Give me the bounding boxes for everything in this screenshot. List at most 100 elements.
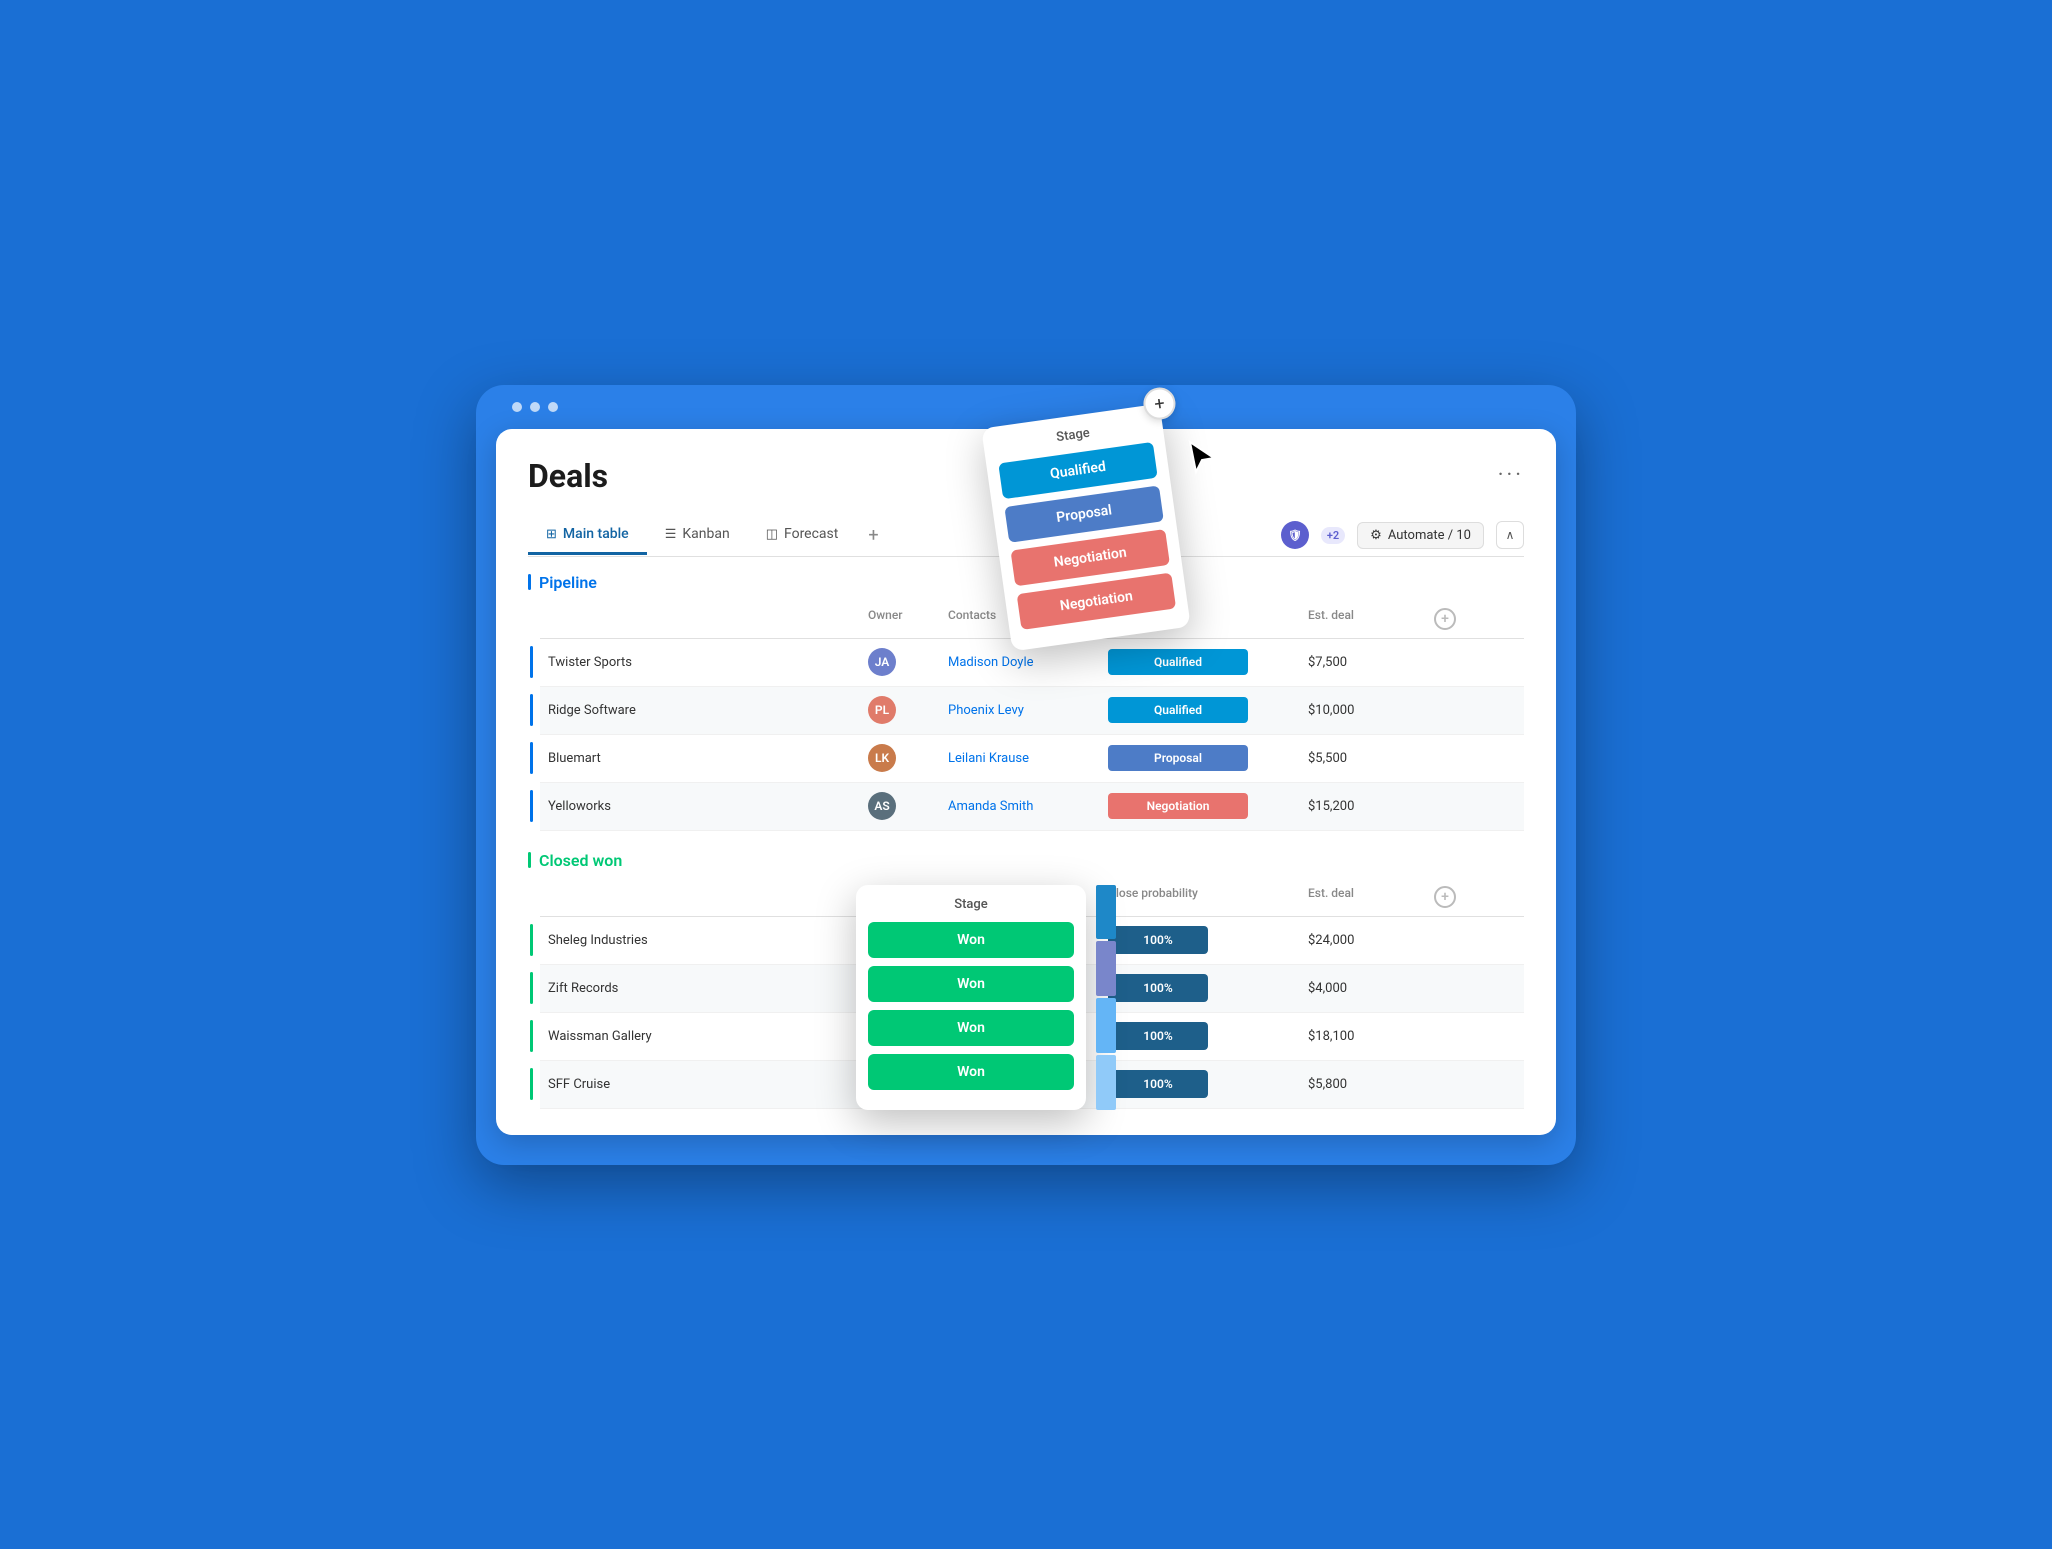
page-title: Deals bbox=[528, 457, 608, 495]
add-tab-button[interactable]: + bbox=[856, 515, 890, 556]
won-popup-title: Stage bbox=[868, 897, 1074, 912]
swatch-pale-blue bbox=[1096, 1055, 1116, 1110]
add-column-button[interactable]: + bbox=[1434, 608, 1456, 630]
company-name: Yelloworks bbox=[548, 799, 611, 814]
cell-contact-ridge[interactable]: Phoenix Levy bbox=[940, 695, 1100, 726]
cell-stage-bluemart[interactable]: Proposal bbox=[1100, 737, 1300, 779]
cell-est-deal-yelloworks: $15,200 bbox=[1300, 791, 1420, 822]
collapse-button[interactable]: ∧ bbox=[1496, 521, 1524, 549]
cell-owner-yelloworks: AS bbox=[860, 784, 940, 828]
cell-close-prob-zift: 100% bbox=[1100, 966, 1300, 1010]
more-options-button[interactable]: ··· bbox=[1498, 463, 1524, 488]
cell-est-deal-zift: $4,000 bbox=[1300, 973, 1420, 1004]
col-header-name bbox=[540, 604, 860, 634]
cell-stage-twister[interactable]: Qualified bbox=[1100, 641, 1300, 683]
cell-name-waissman[interactable]: Waissman Gallery bbox=[540, 1021, 860, 1052]
cell-owner-twister: JA bbox=[860, 640, 940, 684]
stage-badge[interactable]: Negotiation bbox=[1108, 793, 1248, 819]
shield-icon: 🛡 bbox=[1288, 529, 1302, 542]
won-option-1[interactable]: Won bbox=[868, 922, 1074, 958]
cell-contact-bluemart[interactable]: Leilani Krause bbox=[940, 743, 1100, 774]
cell-add-sff bbox=[1420, 1076, 1470, 1092]
cell-add-ridge bbox=[1420, 702, 1470, 718]
cell-name-sheleg[interactable]: Sheleg Industries bbox=[540, 925, 860, 956]
company-name: SFF Cruise bbox=[548, 1077, 610, 1092]
swatch-light-blue bbox=[1096, 998, 1116, 1053]
table-row: Yelloworks AS Amanda Smith Negotiation $… bbox=[540, 783, 1524, 831]
closed-won-group-header: Closed won bbox=[528, 851, 1524, 870]
cell-add-zift bbox=[1420, 980, 1470, 996]
cell-est-deal-bluemart: $5,500 bbox=[1300, 743, 1420, 774]
stage-badge[interactable]: Qualified bbox=[1108, 649, 1248, 675]
cell-name-ridge[interactable]: Ridge Software bbox=[540, 695, 860, 726]
stage-badge[interactable]: Qualified bbox=[1108, 697, 1248, 723]
stage-dropdown-popup[interactable]: + Stage Qualified Proposal Negotiation N… bbox=[981, 403, 1191, 651]
cell-add-yelloworks bbox=[1420, 798, 1470, 814]
col-header-est-deal: Est. deal bbox=[1300, 604, 1420, 634]
col-header-est-deal-cw: Est. deal bbox=[1300, 882, 1420, 912]
col-header-add-cw[interactable]: + bbox=[1420, 882, 1470, 912]
cell-close-prob-waissman: 100% bbox=[1100, 1014, 1300, 1058]
col-header-close-prob: Close probability bbox=[1100, 882, 1300, 912]
pipeline-color-bar bbox=[528, 574, 531, 590]
won-option-3[interactable]: Won bbox=[868, 1010, 1074, 1046]
cell-name-yelloworks[interactable]: Yelloworks bbox=[540, 791, 860, 822]
cell-name-bluemart[interactable]: Bluemart bbox=[540, 743, 860, 774]
cell-add-twister bbox=[1420, 654, 1470, 670]
cell-stage-yelloworks[interactable]: Negotiation bbox=[1100, 785, 1300, 827]
company-name: Twister Sports bbox=[548, 655, 632, 670]
closed-won-color-bar bbox=[528, 852, 531, 868]
avatar: AS bbox=[868, 792, 896, 820]
close-probability-bar: 100% bbox=[1108, 1022, 1208, 1050]
tab-kanban[interactable]: ☰ Kanban bbox=[647, 516, 748, 555]
browser-dot-3 bbox=[548, 402, 558, 412]
cell-est-deal-sheleg: $24,000 bbox=[1300, 925, 1420, 956]
closed-won-group-title: Closed won bbox=[539, 851, 622, 870]
won-option-4[interactable]: Won bbox=[868, 1054, 1074, 1090]
contact-name[interactable]: Amanda Smith bbox=[948, 799, 1033, 814]
row-color-bar bbox=[530, 924, 533, 956]
contact-name[interactable]: Leilani Krause bbox=[948, 751, 1029, 766]
color-swatch-bar bbox=[1096, 885, 1116, 1110]
tab-main-table-label: Main table bbox=[563, 526, 629, 542]
tab-main-table[interactable]: ⊞ Main table bbox=[528, 516, 647, 555]
table-row: Bluemart LK Leilani Krause Proposal $5,5… bbox=[540, 735, 1524, 783]
cell-est-deal-waissman: $18,100 bbox=[1300, 1021, 1420, 1052]
col-header-add[interactable]: + bbox=[1420, 604, 1470, 634]
close-probability-bar: 100% bbox=[1108, 926, 1208, 954]
row-color-bar bbox=[530, 694, 533, 726]
cell-stage-ridge[interactable]: Qualified bbox=[1100, 689, 1300, 731]
cell-name-twister[interactable]: Twister Sports bbox=[540, 647, 860, 678]
cell-contact-yelloworks[interactable]: Amanda Smith bbox=[940, 791, 1100, 822]
stage-badge[interactable]: Proposal bbox=[1108, 745, 1248, 771]
plus-badge: +2 bbox=[1321, 527, 1345, 544]
browser-dot-2 bbox=[530, 402, 540, 412]
avatar: PL bbox=[868, 696, 896, 724]
automate-label: Automate / 10 bbox=[1388, 528, 1471, 543]
robot-icon: ⚙ bbox=[1370, 528, 1382, 543]
forecast-icon: ◫ bbox=[766, 527, 778, 542]
row-color-bar bbox=[530, 1020, 533, 1052]
contact-name[interactable]: Phoenix Levy bbox=[948, 703, 1024, 718]
cell-est-deal-sff: $5,800 bbox=[1300, 1069, 1420, 1100]
won-dropdown-popup[interactable]: Stage Won Won Won Won bbox=[856, 885, 1086, 1110]
tab-kanban-label: Kanban bbox=[682, 526, 729, 542]
avatar: LK bbox=[868, 744, 896, 772]
close-probability-bar: 100% bbox=[1108, 974, 1208, 1002]
user-avatar-badge: 🛡 bbox=[1281, 521, 1309, 549]
cell-add-waissman bbox=[1420, 1028, 1470, 1044]
cell-contact-twister[interactable]: Madison Doyle bbox=[940, 647, 1100, 678]
automate-button[interactable]: ⚙ Automate / 10 bbox=[1357, 522, 1484, 549]
swatch-teal bbox=[1096, 885, 1116, 940]
row-color-bar bbox=[530, 972, 533, 1004]
main-table-icon: ⊞ bbox=[546, 527, 557, 542]
row-color-bar bbox=[530, 742, 533, 774]
cell-name-sff[interactable]: SFF Cruise bbox=[540, 1069, 860, 1100]
cell-owner-bluemart: LK bbox=[860, 736, 940, 780]
tab-forecast[interactable]: ◫ Forecast bbox=[748, 516, 857, 555]
add-column-cw-button[interactable]: + bbox=[1434, 886, 1456, 908]
won-option-2[interactable]: Won bbox=[868, 966, 1074, 1002]
cell-name-zift[interactable]: Zift Records bbox=[540, 973, 860, 1004]
contact-name[interactable]: Madison Doyle bbox=[948, 655, 1034, 670]
swatch-purple bbox=[1096, 941, 1116, 996]
